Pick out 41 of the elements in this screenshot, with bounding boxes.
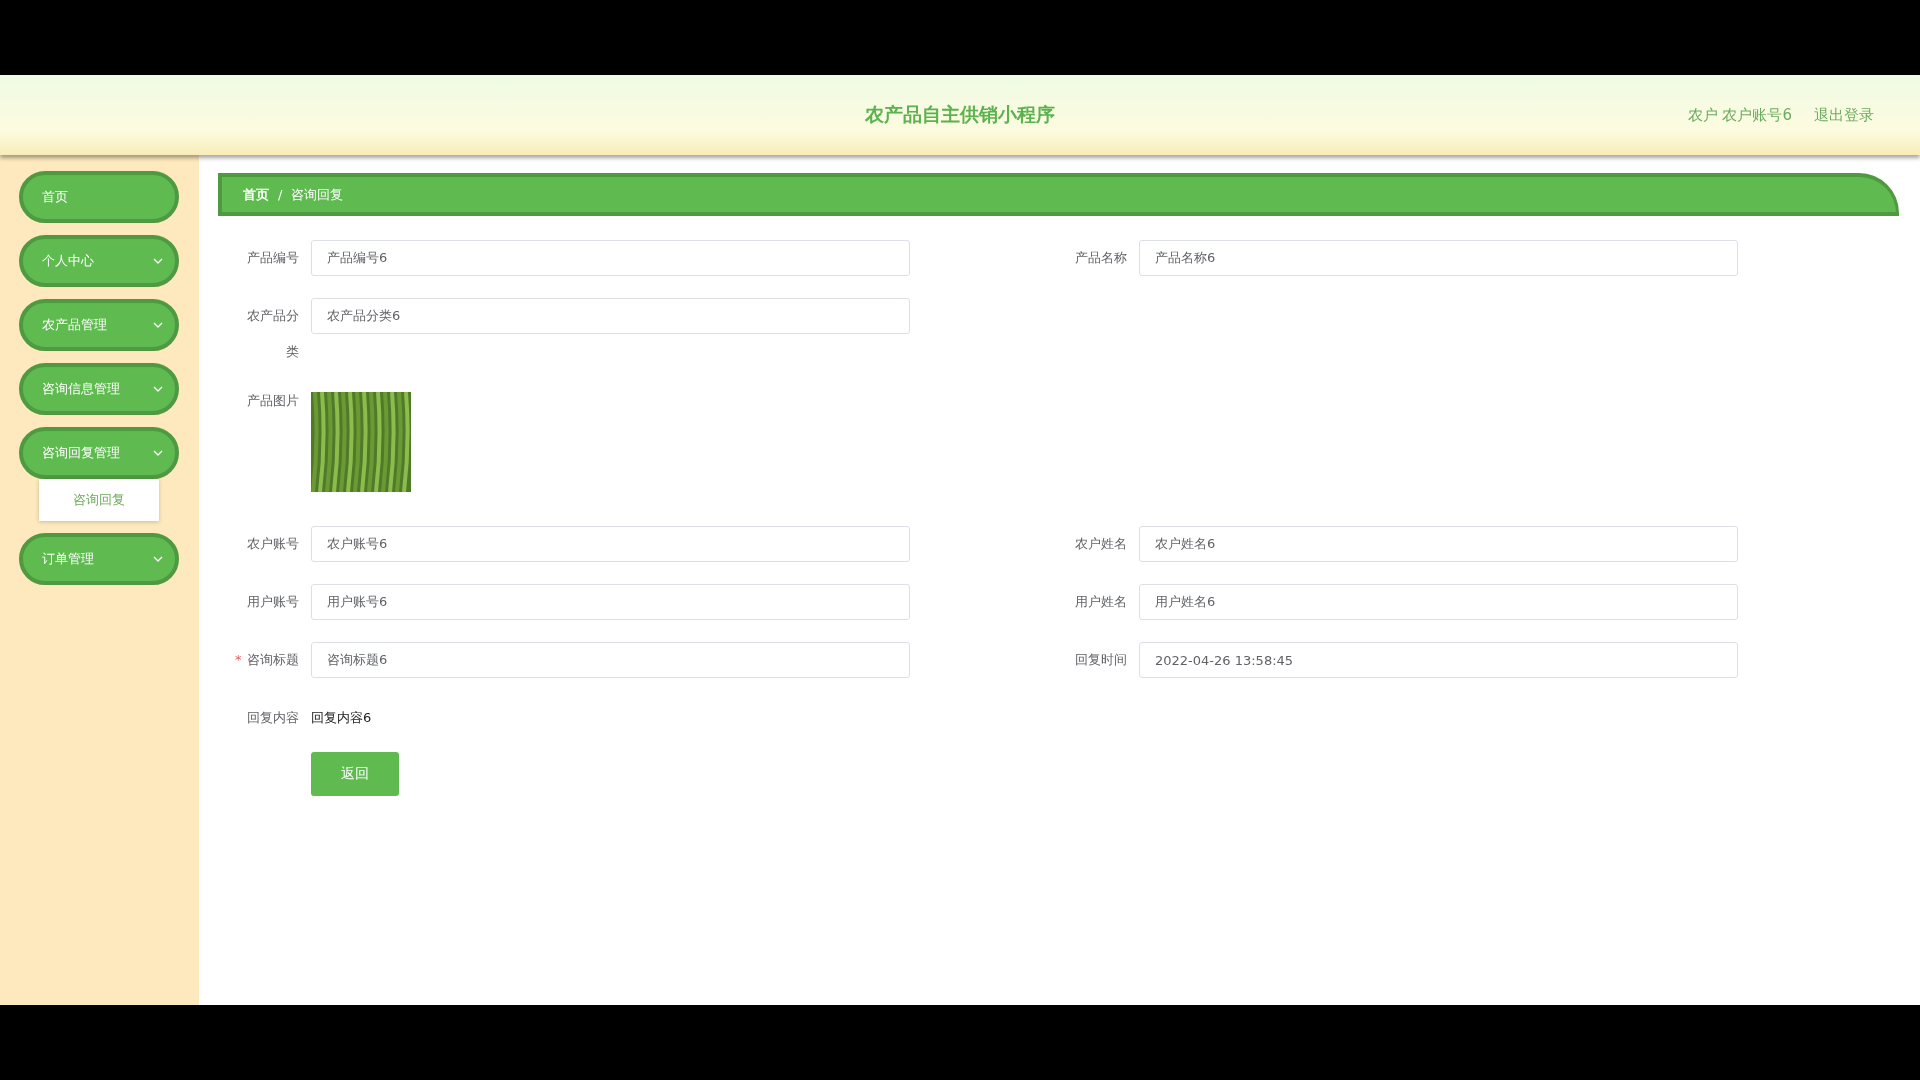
field-label: 用户账号: [246, 593, 299, 611]
menu-item[interactable]: 咨询回复管理: [19, 427, 179, 479]
breadcrumb-link[interactable]: 咨询回复: [291, 185, 344, 204]
menu-item[interactable]: 咨询信息管理: [19, 363, 179, 415]
field-label: 农户账号: [246, 535, 299, 553]
field-label: 咨询标题: [246, 651, 299, 669]
menu-item[interactable]: 订单管理: [19, 533, 179, 585]
text-field[interactable]: 用户账号6: [311, 584, 910, 620]
required-mark: *: [234, 651, 242, 669]
text-field[interactable]: 农户姓名6: [1139, 526, 1738, 562]
text-field[interactable]: 产品名称6: [1139, 240, 1738, 276]
chevron-down-icon: [153, 386, 163, 392]
chevron-down-icon: [153, 258, 163, 264]
breadcrumb-separator: /: [278, 187, 283, 202]
chevron-down-icon: [153, 556, 163, 562]
menu-item[interactable]: 首页: [19, 171, 179, 223]
field-label: 农产品分类: [246, 307, 299, 361]
field-label: 回复时间: [1074, 651, 1127, 669]
breadcrumb-link[interactable]: 首页: [243, 185, 269, 204]
app-title: 农产品自主供销小程序: [865, 102, 1055, 127]
logout-link[interactable]: 退出登录: [1814, 105, 1874, 125]
chevron-down-icon: [153, 322, 163, 328]
text-field[interactable]: 用户姓名6: [1139, 584, 1738, 620]
user-name: 农户 农户账号6: [1687, 105, 1792, 125]
field-label: 产品编号: [246, 249, 299, 267]
text-field[interactable]: 产品编号6: [311, 240, 910, 276]
back-button[interactable]: 返回: [311, 752, 399, 796]
text-field[interactable]: 农产品分类6: [311, 298, 910, 334]
text-field[interactable]: 农户账号6: [311, 526, 910, 562]
submenu-item[interactable]: 咨询回复: [39, 479, 159, 521]
field-label: 用户姓名: [1074, 593, 1127, 611]
field-label: 产品图片: [246, 392, 299, 410]
field-label: 产品名称: [1074, 249, 1127, 267]
menu-item[interactable]: 个人中心: [19, 235, 179, 287]
field-label: 农户姓名: [1074, 535, 1127, 553]
field-value: 回复内容6: [311, 709, 372, 727]
field-label: 回复内容: [246, 709, 299, 727]
text-field[interactable]: 2022-04-26 13:58:45: [1139, 642, 1738, 678]
chevron-down-icon: [153, 450, 163, 456]
menu-item[interactable]: 农产品管理: [19, 299, 179, 351]
text-field[interactable]: 咨询标题6: [311, 642, 910, 678]
